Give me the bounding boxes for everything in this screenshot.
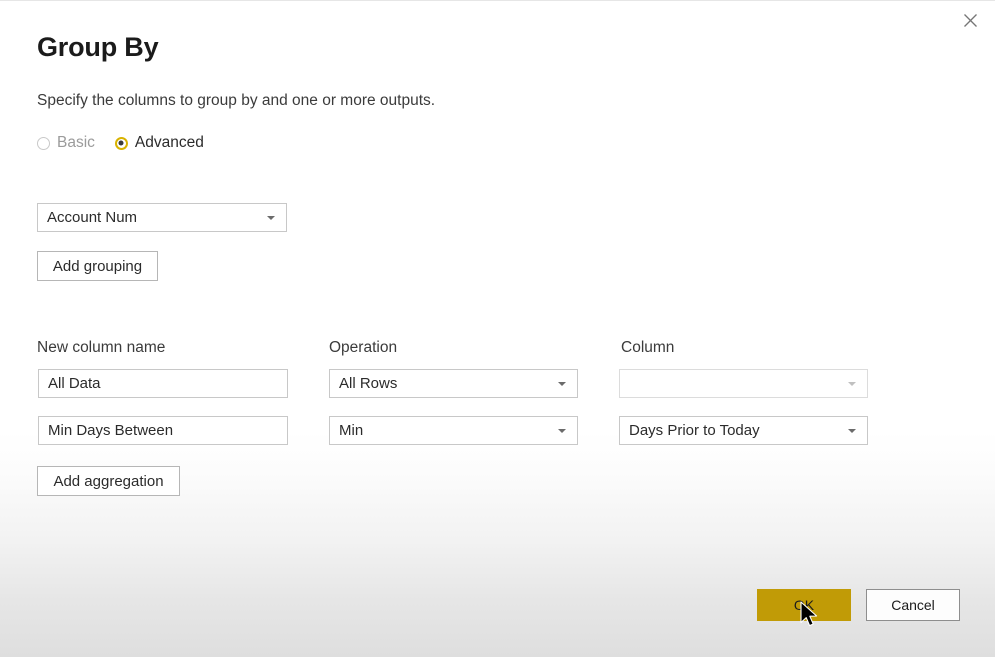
group-by-dialog: Group By Specify the columns to group by… <box>0 0 995 657</box>
new-column-name-input-1[interactable]: All Data <box>38 369 288 398</box>
chevron-down-icon <box>558 428 566 433</box>
radio-advanced[interactable]: Advanced <box>114 134 204 152</box>
chevron-down-icon <box>848 381 856 386</box>
radio-basic[interactable]: Basic <box>37 134 95 152</box>
new-column-name-input-2[interactable]: Min Days Between <box>38 416 288 445</box>
ok-button-label: OK <box>793 597 815 613</box>
add-grouping-label: Add grouping <box>52 257 143 275</box>
new-column-name-value-2: Min Days Between <box>48 422 174 439</box>
add-grouping-button[interactable]: Add grouping <box>37 251 158 281</box>
cancel-button[interactable]: Cancel <box>866 589 960 621</box>
radio-basic-label: Basic <box>57 134 95 151</box>
close-button[interactable] <box>947 1 994 39</box>
chevron-down-icon <box>848 428 856 433</box>
add-aggregation-label: Add aggregation <box>53 472 164 490</box>
ok-button[interactable]: OK <box>757 589 851 621</box>
operation-dropdown-1[interactable]: All Rows <box>329 369 578 398</box>
operation-value-1: All Rows <box>339 375 398 392</box>
chevron-down-icon <box>267 215 275 220</box>
radio-basic-indicator <box>37 136 50 150</box>
add-aggregation-button[interactable]: Add aggregation <box>37 466 180 496</box>
column-dropdown-2[interactable]: Days Prior to Today <box>619 416 868 445</box>
dialog-subtitle: Specify the columns to group by and one … <box>37 92 436 109</box>
header-column: Column <box>621 339 675 356</box>
group-by-column-value: Account Num <box>47 209 138 226</box>
column-value-2: Days Prior to Today <box>629 422 760 439</box>
header-operation: Operation <box>329 339 398 356</box>
close-icon <box>963 13 978 28</box>
column-dropdown-1[interactable] <box>619 369 868 398</box>
operation-dropdown-2[interactable]: Min <box>329 416 578 445</box>
cancel-button-label: Cancel <box>891 597 935 613</box>
new-column-name-value-1: All Data <box>48 375 101 392</box>
radio-advanced-indicator <box>114 136 128 150</box>
dialog-title: Group By <box>37 32 159 62</box>
chevron-down-icon <box>558 381 566 386</box>
header-new-column-name: New column name <box>37 339 166 356</box>
group-by-column-dropdown[interactable]: Account Num <box>37 203 287 232</box>
radio-advanced-label: Advanced <box>134 134 204 151</box>
mode-radio-group: Basic Advanced <box>37 134 224 152</box>
operation-value-2: Min <box>339 422 364 439</box>
